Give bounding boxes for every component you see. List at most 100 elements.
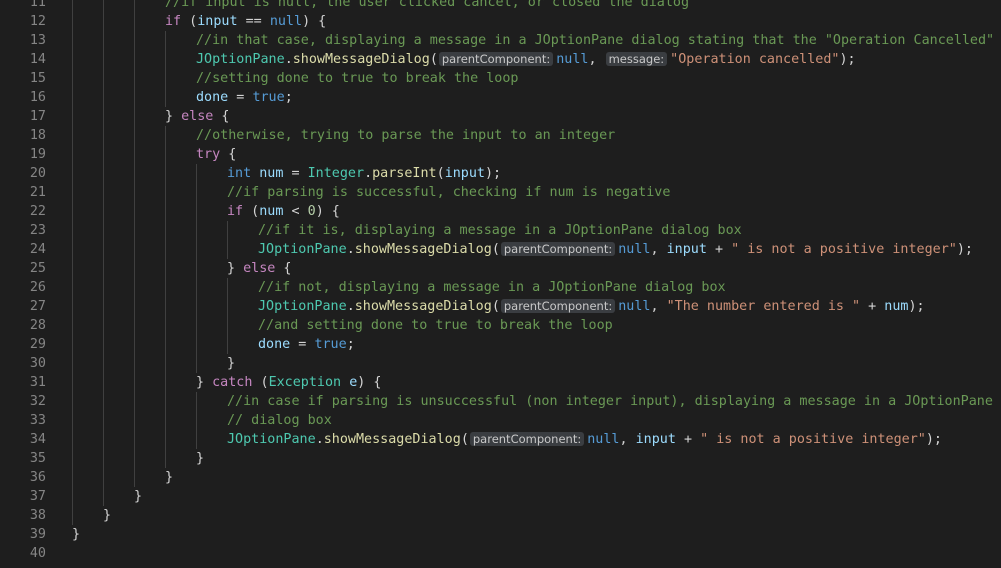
- code-line[interactable]: 30}: [0, 354, 1001, 373]
- code-token: {: [213, 109, 230, 124]
- code-token: JOptionPane: [258, 299, 347, 314]
- line-number: 18: [29, 128, 46, 143]
- code-line[interactable]: 32 //in case if parsing is unsuccessful (…: [0, 392, 1001, 411]
- code-line[interactable]: 15 //setting done to true to break the lo…: [0, 69, 1001, 88]
- code-token: ==: [237, 14, 270, 29]
- code-line[interactable]: 19 try {: [0, 145, 1001, 164]
- line-number: 29: [29, 337, 46, 352]
- code-line[interactable]: 20 int num = Integer.parseInt(input);: [0, 164, 1001, 183]
- code-text: int num = Integer.parseInt(input);: [227, 164, 501, 183]
- code-token: (: [243, 204, 260, 219]
- code-token: .: [284, 52, 293, 67]
- code-token: else: [243, 261, 276, 276]
- code-text: //in that case, displaying a message in …: [196, 31, 994, 50]
- code-token: .: [346, 299, 355, 314]
- code-token: =: [283, 166, 308, 181]
- code-line[interactable]: 12 if (input == null) {: [0, 12, 1001, 31]
- parameter-hint: parentComponent:: [469, 432, 585, 446]
- code-token: //and setting done to true to break the …: [258, 318, 613, 333]
- line-number: 34: [29, 432, 46, 447]
- code-token: ,: [619, 432, 636, 447]
- code-line[interactable]: 29 done = true;: [0, 335, 1001, 354]
- code-line[interactable]: 38}: [0, 506, 1001, 525]
- code-token: if: [227, 204, 244, 219]
- code-editor[interactable]: 11 //if input is null, the user clicked c…: [0, 0, 1001, 568]
- code-line[interactable]: 24 JOptionPane.showMessageDialog(parentCo…: [0, 240, 1001, 259]
- line-number: 15: [29, 71, 46, 86]
- code-text: // dialog box: [227, 411, 332, 430]
- line-number: 16: [29, 90, 46, 105]
- line-number: 22: [29, 204, 46, 219]
- code-text: JOptionPane.showMessageDialog(parentComp…: [258, 240, 973, 259]
- code-token: }: [227, 356, 236, 371]
- code-text: //if not, displaying a message in a JOpt…: [258, 278, 726, 297]
- code-line[interactable]: 22 if (num < 0) {: [0, 202, 1001, 221]
- line-number: 38: [29, 508, 46, 523]
- parameter-hint: parentComponent:: [438, 52, 554, 66]
- code-text: }: [72, 525, 80, 544]
- code-token: try: [196, 147, 221, 162]
- code-text: }: [196, 449, 204, 468]
- code-token: =: [290, 337, 315, 352]
- line-number: 12: [29, 14, 46, 29]
- code-token: else: [181, 109, 214, 124]
- code-line[interactable]: 17} else {: [0, 107, 1001, 126]
- code-line[interactable]: 25} else {: [0, 259, 1001, 278]
- code-line[interactable]: 27 JOptionPane.showMessageDialog(parentCo…: [0, 297, 1001, 316]
- code-line[interactable]: 23 //if it is, displaying a message in a …: [0, 221, 1001, 240]
- code-line[interactable]: 33 // dialog box: [0, 411, 1001, 430]
- code-token: }: [165, 109, 182, 124]
- code-line[interactable]: 37}: [0, 487, 1001, 506]
- code-token: =: [228, 90, 253, 105]
- code-line[interactable]: 35}: [0, 449, 1001, 468]
- code-token: done: [258, 337, 291, 352]
- code-line[interactable]: 14 JOptionPane.showMessageDialog(parentCo…: [0, 50, 1001, 69]
- code-token: parseInt: [372, 166, 437, 181]
- code-text: if (num < 0) {: [227, 202, 340, 221]
- code-token: Integer: [307, 166, 365, 181]
- code-token: }: [196, 375, 213, 390]
- code-token: " is not a positive integer": [731, 242, 957, 257]
- line-number: 37: [29, 489, 46, 504]
- code-line[interactable]: 28 //and setting done to true to break th…: [0, 316, 1001, 335]
- code-line[interactable]: 34 JOptionPane.showMessageDialog(parentCo…: [0, 430, 1001, 449]
- line-number: 11: [29, 0, 46, 10]
- code-line[interactable]: 36}: [0, 468, 1001, 487]
- code-line[interactable]: 16 done = true;: [0, 88, 1001, 107]
- code-text: //in case if parsing is unsuccessful (no…: [227, 392, 993, 411]
- code-token: }: [72, 527, 81, 542]
- code-text: if (input == null) {: [165, 12, 326, 31]
- code-token: .: [315, 432, 324, 447]
- code-token: num: [259, 204, 284, 219]
- code-token: .: [364, 166, 373, 181]
- code-token: input: [635, 432, 676, 447]
- code-text: }: [227, 354, 235, 373]
- code-text: JOptionPane.showMessageDialog(parentComp…: [227, 430, 942, 449]
- line-number: 25: [29, 261, 46, 276]
- code-token: (: [429, 52, 438, 67]
- code-token: (: [460, 432, 469, 447]
- code-text: JOptionPane.showMessageDialog(parentComp…: [196, 50, 856, 69]
- code-text: }: [103, 506, 111, 525]
- code-token: JOptionPane: [196, 52, 285, 67]
- code-line[interactable]: 11 //if input is null, the user clicked c…: [0, 0, 1001, 12]
- code-line[interactable]: 40: [0, 544, 1001, 563]
- code-token: null: [618, 299, 651, 314]
- code-line[interactable]: 39}: [0, 525, 1001, 544]
- code-token: null: [269, 14, 303, 29]
- code-token: input: [666, 242, 707, 257]
- code-line[interactable]: 31} catch (Exception e) {: [0, 373, 1001, 392]
- code-line[interactable]: 26 //if not, displaying a message in a JO…: [0, 278, 1001, 297]
- code-token: }: [196, 451, 205, 466]
- code-token: input: [444, 166, 485, 181]
- line-number: 13: [29, 33, 46, 48]
- code-token: true: [252, 90, 285, 105]
- code-token: }: [134, 489, 143, 504]
- line-number: 17: [29, 109, 46, 124]
- code-line[interactable]: 13 //in that case, displaying a message i…: [0, 31, 1001, 50]
- code-token: );: [908, 299, 925, 314]
- parameter-hint: parentComponent:: [500, 242, 616, 256]
- code-line[interactable]: 18 //otherwise, trying to parse the input…: [0, 126, 1001, 145]
- code-line[interactable]: 21 //if parsing is successful, checking i…: [0, 183, 1001, 202]
